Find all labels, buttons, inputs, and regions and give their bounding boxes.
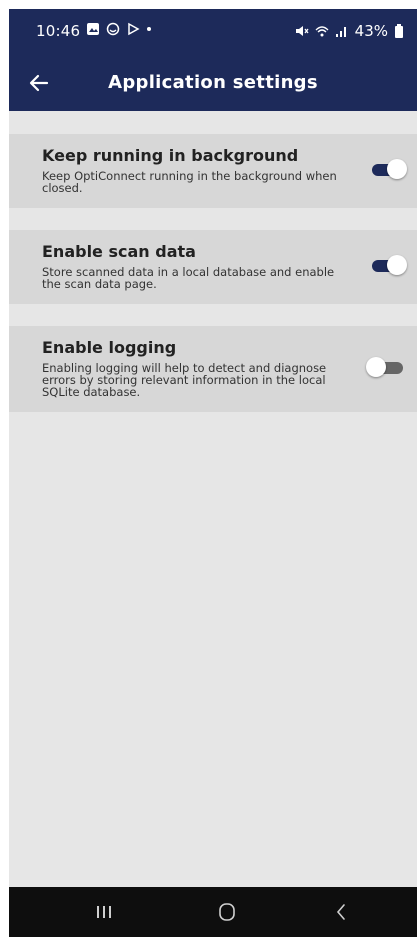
setting-title: Enable scan data <box>42 242 196 261</box>
back-icon <box>336 904 345 920</box>
page-title: Application settings <box>108 72 318 93</box>
setting-title: Enable logging <box>42 338 177 357</box>
setting-enable-scan-data: Enable scan data Store scanned data in a… <box>9 230 417 304</box>
keep-running-toggle[interactable] <box>369 159 407 179</box>
system-back-button[interactable] <box>327 899 357 925</box>
mute-icon <box>295 26 309 36</box>
setting-enable-logging: Enable logging Enabling logging will hel… <box>9 326 417 412</box>
recent-apps-icon <box>97 906 111 918</box>
status-left-icons <box>86 22 152 36</box>
enable-scan-data-toggle[interactable] <box>369 255 407 275</box>
phone-screen: 10:46 43% Application settings Keep runn… <box>9 9 417 937</box>
setting-description: Enabling logging will help to detect and… <box>42 361 327 399</box>
setting-description: Store scanned data in a local database a… <box>42 265 335 291</box>
toggle-thumb <box>387 159 407 179</box>
signal-icon <box>335 27 346 37</box>
home-button[interactable] <box>212 899 242 925</box>
android-nav-bar <box>9 887 417 937</box>
recent-apps-button[interactable] <box>89 899 119 925</box>
status-time: 10:46 <box>36 22 81 40</box>
play-icon <box>128 22 140 36</box>
toggle-thumb <box>366 357 386 377</box>
enable-logging-toggle[interactable] <box>366 357 404 377</box>
battery-percent: 43% <box>354 22 388 40</box>
face-icon <box>106 22 120 36</box>
setting-description: Keep OptiConnect running in the backgrou… <box>42 169 337 195</box>
setting-title: Keep running in background <box>42 146 299 165</box>
wifi-icon <box>315 26 329 37</box>
app-bar: Application settings <box>9 55 417 111</box>
gallery-icon <box>87 23 99 35</box>
battery-icon <box>395 24 403 38</box>
home-icon <box>219 903 235 921</box>
dot-icon <box>147 27 151 31</box>
toggle-thumb <box>387 255 407 275</box>
status-bar: 10:46 43% <box>9 9 417 55</box>
status-right: 43% <box>295 22 404 40</box>
setting-keep-running: Keep running in background Keep OptiConn… <box>9 134 417 208</box>
